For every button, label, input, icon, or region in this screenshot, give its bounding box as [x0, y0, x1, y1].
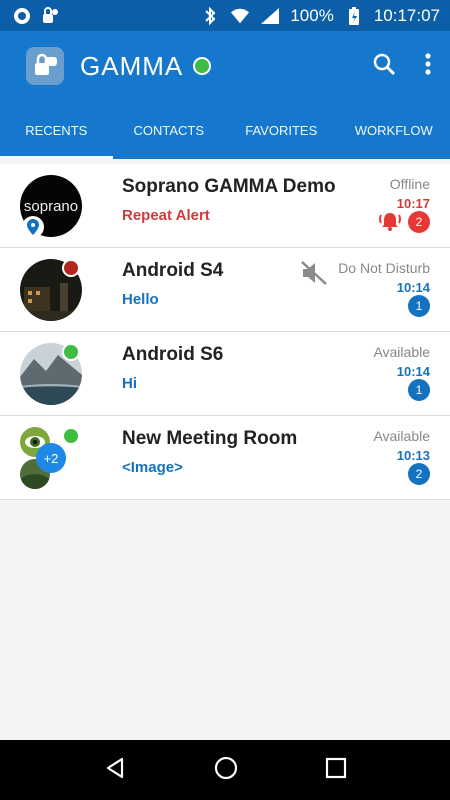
conversation-list: soprano Soprano GAMMA Demo Repeat Alert … — [0, 164, 450, 500]
more-participants-badge: +2 — [36, 443, 66, 473]
my-presence-indicator[interactable] — [193, 57, 212, 75]
tab-contacts[interactable]: CONTACTS — [113, 101, 226, 159]
presence-dot — [62, 427, 80, 445]
app-bar: GAMMA — [0, 31, 450, 101]
conversation-row[interactable]: Android S6 Hi Available 10:14 1 — [0, 332, 450, 416]
battery-charging-icon — [344, 6, 364, 26]
muted-speaker-icon — [300, 260, 328, 291]
app-logo-icon — [26, 47, 64, 85]
app-title: GAMMA — [80, 50, 184, 81]
clock-time: 10:17:07 — [373, 5, 440, 25]
avatar-group: +2 — [20, 427, 82, 489]
contact-name: Android S4 — [122, 260, 224, 281]
tab-workflow[interactable]: WORKFLOW — [338, 101, 450, 159]
presence-status: Do Not Disturb — [338, 260, 430, 276]
contact-name: Android S6 — [122, 344, 224, 365]
wifi-icon — [230, 6, 250, 26]
last-message: Hi — [122, 375, 137, 392]
overflow-menu-icon[interactable] — [424, 52, 432, 81]
contact-name: New Meeting Room — [122, 428, 298, 449]
battery-percent: 100% — [290, 5, 334, 25]
tab-favorites[interactable]: FAVORITES — [225, 101, 338, 159]
recents-icon[interactable] — [325, 757, 347, 784]
presence-status: Available — [373, 428, 430, 444]
last-message: Repeat Alert — [122, 207, 210, 224]
unread-badge: 1 — [408, 379, 430, 401]
conversation-row[interactable]: +2 New Meeting Room <Image> Available 10… — [0, 416, 450, 500]
app-notification-icon — [40, 6, 60, 26]
status-bar: 100% 10:17:07 — [0, 0, 450, 31]
unread-badge: 1 — [408, 295, 430, 317]
bluetooth-icon — [200, 6, 220, 26]
back-icon[interactable] — [103, 756, 127, 785]
presence-dot — [62, 343, 80, 361]
tab-recents[interactable]: RECENTS — [0, 101, 113, 159]
system-nav-bar — [0, 740, 450, 800]
alarm-bell-icon — [378, 210, 402, 237]
last-message: Hello — [122, 291, 159, 308]
avatar-text: soprano — [23, 197, 79, 215]
message-time: 10:14 — [396, 280, 430, 295]
conversation-row[interactable]: Android S4 Hello Do Not Disturb 10:14 1 — [0, 248, 450, 332]
chat-notification-icon — [12, 6, 32, 26]
message-time: 10:13 — [396, 448, 430, 463]
location-pin-icon — [22, 216, 44, 238]
tab-bar: RECENTS CONTACTS FAVORITES WORKFLOW — [0, 101, 450, 159]
message-time: 10:14 — [396, 364, 430, 379]
home-icon[interactable] — [213, 755, 239, 786]
last-message: <Image> — [122, 459, 183, 476]
signal-icon — [260, 6, 280, 26]
presence-status: Available — [373, 344, 430, 360]
conversation-row[interactable]: soprano Soprano GAMMA Demo Repeat Alert … — [0, 164, 450, 248]
contact-name: Soprano GAMMA Demo — [122, 176, 336, 197]
unread-badge: 2 — [408, 463, 430, 485]
unread-badge: 2 — [408, 211, 430, 233]
presence-dot — [62, 259, 80, 277]
search-icon[interactable] — [372, 52, 396, 81]
presence-status: Offline — [389, 176, 430, 192]
message-time: 10:17 — [396, 196, 430, 211]
